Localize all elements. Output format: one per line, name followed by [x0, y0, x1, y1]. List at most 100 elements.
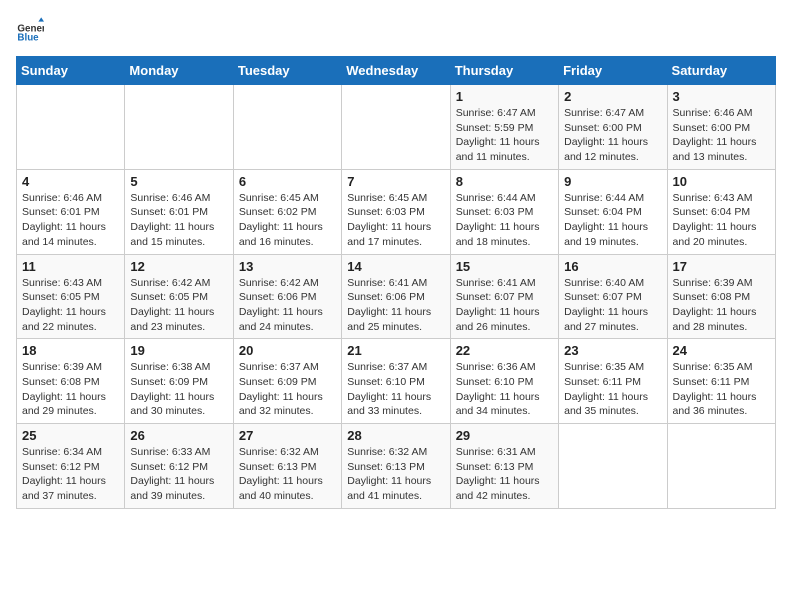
- day-info: Sunrise: 6:44 AM Sunset: 6:03 PM Dayligh…: [456, 191, 553, 250]
- day-info: Sunrise: 6:46 AM Sunset: 6:01 PM Dayligh…: [130, 191, 227, 250]
- calendar-cell: 9 Sunrise: 6:44 AM Sunset: 6:04 PM Daylig…: [559, 169, 667, 254]
- day-number: 26: [130, 428, 227, 443]
- day-info: Sunrise: 6:36 AM Sunset: 6:10 PM Dayligh…: [456, 360, 553, 419]
- day-info: Sunrise: 6:39 AM Sunset: 6:08 PM Dayligh…: [22, 360, 119, 419]
- logo-icon: General Blue: [16, 16, 44, 44]
- calendar-cell: 27Sunrise: 6:32 AM Sunset: 6:13 PM Dayli…: [233, 424, 341, 509]
- calendar-cell: 28 Sunrise: 6:32 AM Sunset: 6:13 PM Dayli…: [342, 424, 450, 509]
- weekday-header-friday: Friday: [559, 57, 667, 85]
- day-info: Sunrise: 6:45 AM Sunset: 6:02 PM Dayligh…: [239, 191, 336, 250]
- day-number: 10: [673, 174, 770, 189]
- calendar-cell: 25 Sunrise: 6:34 AM Sunset: 6:12 PM Dayli…: [17, 424, 125, 509]
- calendar-table: SundayMondayTuesdayWednesdayThursdayFrid…: [16, 56, 776, 509]
- day-number: 14: [347, 259, 444, 274]
- day-number: 25: [22, 428, 119, 443]
- day-info: Sunrise: 6:43 AM Sunset: 6:05 PM Dayligh…: [22, 276, 119, 335]
- weekday-header-monday: Monday: [125, 57, 233, 85]
- day-info: Sunrise: 6:47 AM Sunset: 6:00 PM Dayligh…: [564, 106, 661, 165]
- calendar-cell: 13 Sunrise: 6:42 AM Sunset: 6:06 PM Dayli…: [233, 254, 341, 339]
- weekday-header-sunday: Sunday: [17, 57, 125, 85]
- weekday-header-tuesday: Tuesday: [233, 57, 341, 85]
- calendar-cell: 4 Sunrise: 6:46 AM Sunset: 6:01 PM Daylig…: [17, 169, 125, 254]
- day-number: 9: [564, 174, 661, 189]
- calendar-cell: 5 Sunrise: 6:46 AM Sunset: 6:01 PM Daylig…: [125, 169, 233, 254]
- day-number: 5: [130, 174, 227, 189]
- calendar-cell: [559, 424, 667, 509]
- svg-text:Blue: Blue: [17, 33, 39, 44]
- day-number: 17: [673, 259, 770, 274]
- calendar-cell: 20 Sunrise: 6:37 AM Sunset: 6:09 PM Dayli…: [233, 339, 341, 424]
- day-info: Sunrise: 6:32 AM Sunset: 6:13 PM Dayligh…: [239, 445, 336, 504]
- day-number: 24: [673, 343, 770, 358]
- calendar-cell: 2 Sunrise: 6:47 AM Sunset: 6:00 PM Daylig…: [559, 85, 667, 170]
- calendar-cell: 17Sunrise: 6:39 AM Sunset: 6:08 PM Dayli…: [667, 254, 775, 339]
- calendar-cell: 8 Sunrise: 6:44 AM Sunset: 6:03 PM Daylig…: [450, 169, 558, 254]
- calendar-cell: [667, 424, 775, 509]
- calendar-cell: 18 Sunrise: 6:39 AM Sunset: 6:08 PM Dayli…: [17, 339, 125, 424]
- day-info: Sunrise: 6:46 AM Sunset: 6:00 PM Dayligh…: [673, 106, 770, 165]
- day-number: 28: [347, 428, 444, 443]
- day-info: Sunrise: 6:34 AM Sunset: 6:12 PM Dayligh…: [22, 445, 119, 504]
- calendar-cell: 19Sunrise: 6:38 AM Sunset: 6:09 PM Dayli…: [125, 339, 233, 424]
- day-number: 12: [130, 259, 227, 274]
- calendar-cell: 6 Sunrise: 6:45 AM Sunset: 6:02 PM Daylig…: [233, 169, 341, 254]
- calendar-cell: [342, 85, 450, 170]
- day-info: Sunrise: 6:35 AM Sunset: 6:11 PM Dayligh…: [564, 360, 661, 419]
- page-header: General Blue: [16, 16, 776, 44]
- calendar-cell: [233, 85, 341, 170]
- calendar-cell: [125, 85, 233, 170]
- day-number: 13: [239, 259, 336, 274]
- calendar-cell: 22 Sunrise: 6:36 AM Sunset: 6:10 PM Dayli…: [450, 339, 558, 424]
- day-info: Sunrise: 6:43 AM Sunset: 6:04 PM Dayligh…: [673, 191, 770, 250]
- day-info: Sunrise: 6:47 AM Sunset: 5:59 PM Dayligh…: [456, 106, 553, 165]
- day-info: Sunrise: 6:40 AM Sunset: 6:07 PM Dayligh…: [564, 276, 661, 335]
- day-number: 7: [347, 174, 444, 189]
- calendar-cell: 15 Sunrise: 6:41 AM Sunset: 6:07 PM Dayli…: [450, 254, 558, 339]
- day-number: 15: [456, 259, 553, 274]
- calendar-cell: 24 Sunrise: 6:35 AM Sunset: 6:11 PM Dayli…: [667, 339, 775, 424]
- day-number: 22: [456, 343, 553, 358]
- day-number: 2: [564, 89, 661, 104]
- calendar-cell: 10 Sunrise: 6:43 AM Sunset: 6:04 PM Dayli…: [667, 169, 775, 254]
- day-info: Sunrise: 6:35 AM Sunset: 6:11 PM Dayligh…: [673, 360, 770, 419]
- calendar-cell: 7 Sunrise: 6:45 AM Sunset: 6:03 PM Daylig…: [342, 169, 450, 254]
- day-info: Sunrise: 6:44 AM Sunset: 6:04 PM Dayligh…: [564, 191, 661, 250]
- weekday-header-thursday: Thursday: [450, 57, 558, 85]
- day-number: 23: [564, 343, 661, 358]
- day-number: 19: [130, 343, 227, 358]
- weekday-header-saturday: Saturday: [667, 57, 775, 85]
- calendar-cell: 23 Sunrise: 6:35 AM Sunset: 6:11 PM Dayli…: [559, 339, 667, 424]
- day-number: 29: [456, 428, 553, 443]
- day-info: Sunrise: 6:46 AM Sunset: 6:01 PM Dayligh…: [22, 191, 119, 250]
- weekday-header-wednesday: Wednesday: [342, 57, 450, 85]
- day-info: Sunrise: 6:42 AM Sunset: 6:05 PM Dayligh…: [130, 276, 227, 335]
- day-number: 8: [456, 174, 553, 189]
- day-info: Sunrise: 6:32 AM Sunset: 6:13 PM Dayligh…: [347, 445, 444, 504]
- day-number: 21: [347, 343, 444, 358]
- day-info: Sunrise: 6:45 AM Sunset: 6:03 PM Dayligh…: [347, 191, 444, 250]
- day-info: Sunrise: 6:41 AM Sunset: 6:06 PM Dayligh…: [347, 276, 444, 335]
- calendar-cell: 14 Sunrise: 6:41 AM Sunset: 6:06 PM Dayli…: [342, 254, 450, 339]
- day-info: Sunrise: 6:37 AM Sunset: 6:10 PM Dayligh…: [347, 360, 444, 419]
- day-number: 16: [564, 259, 661, 274]
- day-info: Sunrise: 6:37 AM Sunset: 6:09 PM Dayligh…: [239, 360, 336, 419]
- day-info: Sunrise: 6:42 AM Sunset: 6:06 PM Dayligh…: [239, 276, 336, 335]
- day-number: 18: [22, 343, 119, 358]
- calendar-cell: [17, 85, 125, 170]
- day-number: 6: [239, 174, 336, 189]
- day-info: Sunrise: 6:31 AM Sunset: 6:13 PM Dayligh…: [456, 445, 553, 504]
- day-number: 11: [22, 259, 119, 274]
- day-info: Sunrise: 6:33 AM Sunset: 6:12 PM Dayligh…: [130, 445, 227, 504]
- day-info: Sunrise: 6:41 AM Sunset: 6:07 PM Dayligh…: [456, 276, 553, 335]
- day-number: 3: [673, 89, 770, 104]
- calendar-cell: 21 Sunrise: 6:37 AM Sunset: 6:10 PM Dayli…: [342, 339, 450, 424]
- day-number: 4: [22, 174, 119, 189]
- calendar-cell: 16 Sunrise: 6:40 AM Sunset: 6:07 PM Dayli…: [559, 254, 667, 339]
- day-number: 1: [456, 89, 553, 104]
- day-number: 20: [239, 343, 336, 358]
- calendar-cell: 12 Sunrise: 6:42 AM Sunset: 6:05 PM Dayli…: [125, 254, 233, 339]
- calendar-cell: 11 Sunrise: 6:43 AM Sunset: 6:05 PM Dayli…: [17, 254, 125, 339]
- calendar-cell: 29 Sunrise: 6:31 AM Sunset: 6:13 PM Dayli…: [450, 424, 558, 509]
- calendar-cell: 3 Sunrise: 6:46 AM Sunset: 6:00 PM Daylig…: [667, 85, 775, 170]
- calendar-cell: 1 Sunrise: 6:47 AM Sunset: 5:59 PM Daylig…: [450, 85, 558, 170]
